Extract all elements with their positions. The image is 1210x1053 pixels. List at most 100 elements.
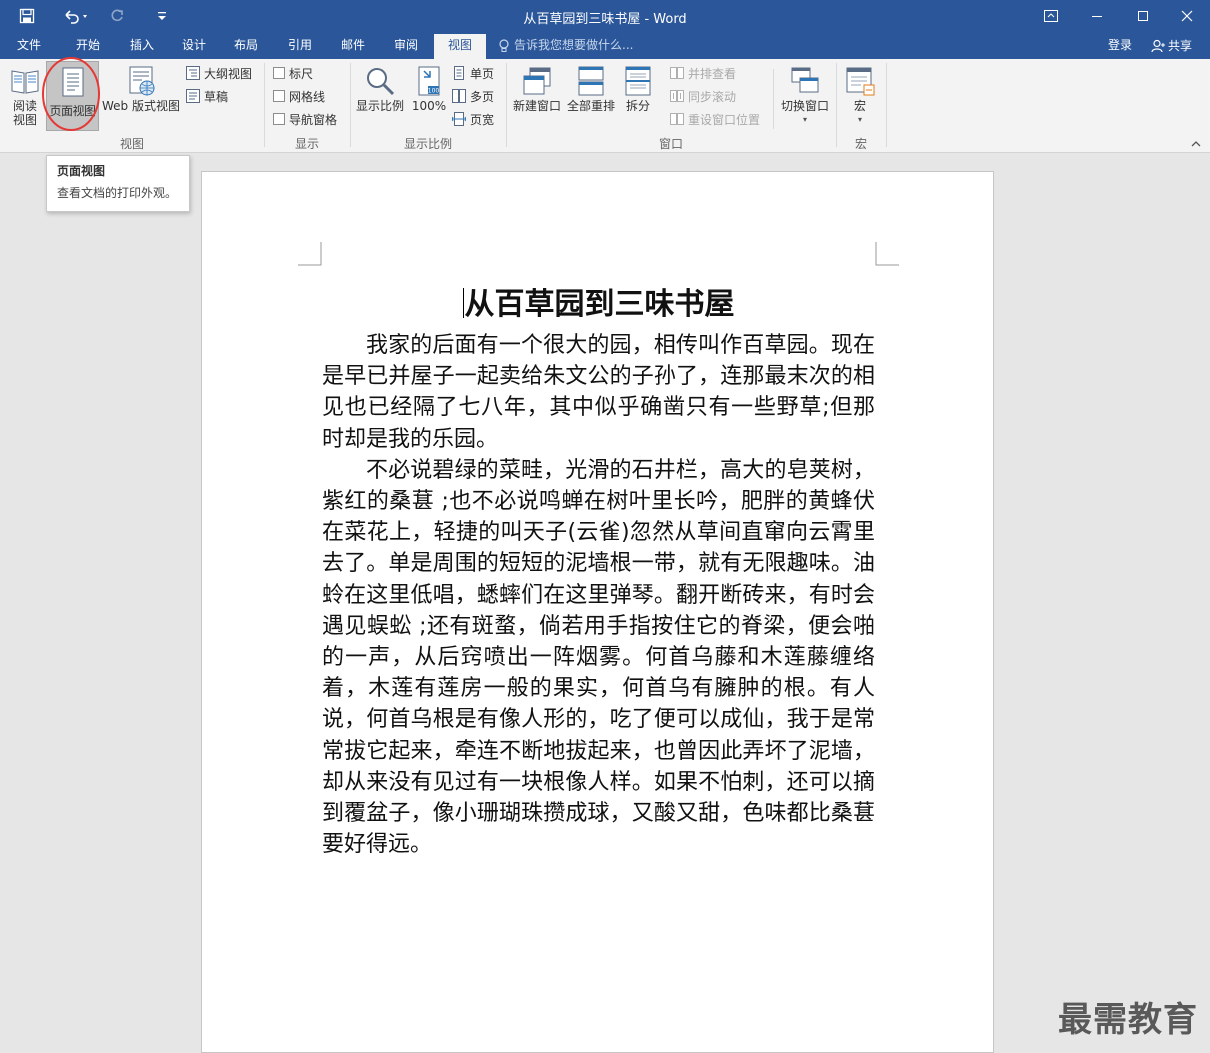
nav-pane-label: 导航窗格 [289,112,338,127]
read-mode-button[interactable]: 阅读 视图 [6,65,44,127]
maximize-icon[interactable] [1120,0,1166,32]
ruler-check[interactable] [273,67,285,79]
margin-corner-top-left [298,242,322,266]
tooltip-title: 页面视图 [57,164,106,178]
tab-mailings[interactable]: 邮件 [327,32,379,59]
sign-in-link[interactable]: 登录 [1108,32,1132,59]
document-body[interactable]: 我家的后面有一个很大的园，相传叫作百草园。现在是早已并屋子一起卖给朱文公的子孙了… [322,330,875,860]
gridlines-label: 网格线 [289,89,326,104]
text-cursor [462,288,464,318]
macros-button[interactable]: 宏 ▾ [840,65,880,127]
one-page-button[interactable]: 单页 [452,64,494,82]
document-title[interactable]: 从百草园到三味书屋 [322,279,875,323]
side-by-side-label: 并排查看 [688,66,737,81]
margin-corner-top-right [875,242,899,266]
side-by-side-icon [670,67,684,79]
arrange-all-button[interactable]: 全部重排 [564,65,618,113]
web-layout-label: Web 版式视图 [102,99,180,113]
close-icon[interactable] [1164,0,1210,32]
tooltip: 页面视图 查看文档的打印外观。 [46,155,190,212]
page-width-button[interactable]: 页宽 [452,110,494,128]
paragraph[interactable]: 不必说碧绿的菜畦，光滑的石井栏，高大的皂荚树，紫红的桑葚 ;也不必说鸣蝉在树叶里… [322,455,875,861]
tab-references[interactable]: 引用 [274,32,326,59]
views-group-label: 视图 [119,137,144,151]
multiple-pages-button[interactable]: 多页 [452,87,494,105]
split-label: 拆分 [625,99,650,113]
undo-icon[interactable] [58,0,94,32]
new-window-label: 新建窗口 [512,99,561,113]
tell-me-placeholder: 告诉我您想要做什么... [514,38,634,52]
switch-windows-icon [791,67,819,93]
gridlines-check[interactable] [273,90,285,102]
switch-windows-dropdown-icon: ▾ [802,115,807,124]
switch-windows-button[interactable]: 切换窗口 ▾ [778,65,832,127]
split-icon [625,66,651,96]
reset-position-label: 重设窗口位置 [688,112,761,127]
macro-icon [846,67,875,96]
outline-label: 大纲视图 [204,66,253,81]
macros-label: 宏 [853,99,866,113]
redo-icon[interactable] [104,0,130,32]
document-page[interactable]: 从百草园到三味书屋 我家的后面有一个很大的园，相传叫作百草园。现在是早已并屋子一… [201,171,994,1053]
tell-me-box[interactable]: 告诉我您想要做什么... [498,32,633,59]
sync-scroll-icon [670,90,684,102]
ribbon-tabs: 文件 开始 插入 设计 布局 引用 邮件 审阅 视图 告诉我您想要做什么... … [0,32,1210,59]
tab-layout[interactable]: 布局 [220,32,272,59]
tab-insert[interactable]: 插入 [116,32,168,59]
draft-button[interactable]: 草稿 [186,87,228,105]
ruler-checkbox[interactable]: 标尺 [273,64,313,82]
book-icon [11,70,39,94]
outline-icon [186,66,200,80]
watermark: 最需教育 [1058,1000,1198,1040]
arrange-all-icon [578,66,604,96]
gridlines-checkbox[interactable]: 网格线 [273,87,325,105]
window-group-label: 窗口 [658,137,683,151]
tooltip-description: 查看文档的打印外观。 [57,186,178,200]
paragraph[interactable]: 我家的后面有一个很大的园，相传叫作百草园。现在是早已并屋子一起卖给朱文公的子孙了… [322,330,875,455]
sync-scroll-button[interactable]: 同步滚动 [670,87,736,105]
zoom-100-button[interactable]: 100 100% [410,65,448,113]
save-icon[interactable] [14,0,40,32]
collapse-ribbon-icon[interactable] [1190,137,1202,151]
web-page-icon [129,66,155,96]
svg-text:100: 100 [428,88,440,95]
title-bar: 从百草园到三味书屋 - Word [0,0,1210,32]
multiple-pages-label: 多页 [470,89,495,104]
show-group-label: 显示 [294,137,319,151]
group-divider [886,63,887,147]
zoom-100-label: 100% [411,99,447,113]
nav-pane-check[interactable] [273,113,285,125]
share-label: 共享 [1168,39,1193,53]
new-window-button[interactable]: 新建窗口 [510,65,564,113]
macros-dropdown-icon: ▾ [857,115,862,124]
zoom-label: 显示比例 [355,99,404,113]
view-side-by-side-button[interactable]: 并排查看 [670,64,736,82]
one-page-label: 单页 [470,66,495,81]
nav-pane-checkbox[interactable]: 导航窗格 [273,110,337,128]
new-window-icon [523,67,551,95]
minimize-icon[interactable] [1074,0,1120,32]
tab-view[interactable]: 视图 [434,34,486,59]
customize-qat-icon[interactable] [150,0,174,32]
zoom-button[interactable]: 显示比例 [354,65,406,113]
web-layout-button[interactable]: Web 版式视图 [100,65,182,113]
ribbon-display-options-icon[interactable] [1028,0,1074,32]
group-divider [773,69,774,129]
reset-window-position-button[interactable]: 重设窗口位置 [670,110,760,128]
outline-button[interactable]: 大纲视图 [186,64,252,82]
page-width-icon [452,112,466,126]
one-page-icon [454,66,464,80]
arrange-all-label: 全部重排 [566,99,615,113]
person-icon [1151,39,1165,52]
zoom-group-label: 显示比例 [403,137,452,151]
split-button[interactable]: 拆分 [618,65,658,113]
magnifier-icon [367,68,395,96]
ruler-label: 标尺 [289,66,314,81]
page-width-label: 页宽 [470,112,495,127]
tab-design[interactable]: 设计 [168,32,220,59]
share-button[interactable]: 共享 [1146,34,1206,57]
lightbulb-icon [499,38,509,52]
tab-review[interactable]: 审阅 [380,32,432,59]
draft-label: 草稿 [204,89,229,104]
zoom-100-icon: 100 [418,66,440,96]
